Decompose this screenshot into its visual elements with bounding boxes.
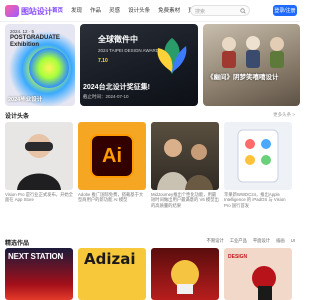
vr-headset-person-icon <box>17 134 61 190</box>
search-placeholder: 搜索 <box>195 9 206 15</box>
works-filter-bar: 不限设计 工业产品 平面设计 插画 UI <box>207 238 295 244</box>
nav-item-inspiration[interactable]: 灵感 <box>109 6 120 14</box>
banner-date: 7.10 <box>98 58 108 64</box>
leaf-art-icon <box>157 38 187 74</box>
filter-ui[interactable]: UI <box>291 238 295 244</box>
logo-mark-icon <box>5 5 19 17</box>
headline-card[interactable]: MidJourney推出个性化功能，用最短时间做出用户最满意的 V6 模型出的高… <box>151 122 219 208</box>
banner-art-blob <box>29 48 69 88</box>
work-title: Adizai <box>84 250 136 268</box>
filter-graphic[interactable]: 平面设计 <box>253 238 270 244</box>
headline-thumbnail: Ai <box>78 122 146 190</box>
banner-card-graduation[interactable]: 2024. 12 · 5 POSTGRADUATE Exhibition 202… <box>5 24 75 106</box>
banner-heading: POSTGRADUATE Exhibition <box>10 35 60 48</box>
work-card[interactable]: NEXT STATION <box>5 248 73 300</box>
headline-cards: Vision Pro 是行业正式发布，开始全面在 App Store Ai Ad… <box>0 122 300 208</box>
nav-item-free-assets[interactable]: 免费素材 <box>158 6 180 14</box>
artwork-icon <box>171 260 199 294</box>
headline-thumbnail <box>5 122 73 190</box>
section-title-headlines: 设计头条 <box>5 114 30 120</box>
portrait-photo-icon <box>157 139 213 190</box>
banner-title: 2024台北设计奖征集! <box>83 84 150 91</box>
nav-item-home[interactable]: 首页 <box>52 6 63 14</box>
headline-thumbnail <box>151 122 219 190</box>
top-nav-bar: 图站设计 首页 发现 作品 灵感 设计头条 免费素材 更多 搜索 登录/注册 <box>0 0 300 22</box>
main-nav: 首页 发现 作品 灵感 设计头条 免费素材 更多 <box>52 6 199 14</box>
search-icon[interactable] <box>240 8 246 14</box>
banner-deadline: 截止时间：2024-07-10 <box>83 94 129 99</box>
nav-item-works[interactable]: 作品 <box>90 6 101 14</box>
filter-all[interactable]: 不限设计 <box>207 238 224 244</box>
banner-heading: 全球徵件中 <box>98 35 138 44</box>
banner-title: 《幽间》阴梦笑嘻嘻设计 <box>207 74 279 81</box>
work-title: NEXT STATION <box>8 252 64 261</box>
headline-thumbnail <box>224 122 292 190</box>
logo-text: 图站设计 <box>21 6 53 16</box>
headline-text: Adobe 推广国际免费，搭载基于大型商用户的新功能 AI 模型 <box>78 192 144 203</box>
figures-illustration-icon <box>222 36 284 68</box>
page: 图站设计 首页 发现 作品 灵感 设计头条 免费素材 更多 搜索 登录/注册 2… <box>0 0 300 300</box>
section-title-works: 精选作品 <box>5 241 30 247</box>
nav-item-discover[interactable]: 发现 <box>71 6 82 14</box>
work-card[interactable] <box>151 248 219 300</box>
headline-text: 苹果新WWDC24，推出Apple Intelligence 的 iPadOS … <box>224 192 286 208</box>
headline-text: MidJourney推出个性化功能，用最短时间做出用户最满意的 V6 模型出的高… <box>151 192 219 208</box>
headline-card[interactable]: Vision Pro 是行业正式发布，开始全面在 App Store <box>5 122 73 203</box>
work-card[interactable]: DESIGN <box>224 248 292 300</box>
search-input[interactable]: 搜索 <box>190 5 250 16</box>
work-title: DESIGN <box>228 254 248 260</box>
headline-card[interactable]: 苹果新WWDC24，推出Apple Intelligence 的 iPadOS … <box>224 122 292 208</box>
site-logo[interactable]: 图站设计 <box>5 4 52 18</box>
banner-caption: 2024毕业设计 <box>8 97 43 103</box>
filter-industrial[interactable]: 工业产品 <box>230 238 247 244</box>
login-button[interactable]: 登录/注册 <box>273 5 297 16</box>
banner-carousel: 2024. 12 · 5 POSTGRADUATE Exhibition 202… <box>0 24 300 106</box>
works-grid: NEXT STATION Adizai DESIGN <box>0 248 300 300</box>
ipad-app-icon <box>237 129 279 183</box>
adobe-illustrator-icon: Ai <box>90 134 134 178</box>
nav-item-headlines[interactable]: 设计头条 <box>128 6 150 14</box>
banner-date-text: 2024. 12 · 5 <box>10 29 35 34</box>
work-card[interactable]: Adizai <box>78 248 146 300</box>
banner-card-youjian[interactable]: 《幽间》阴梦笑嘻嘻设计 <box>203 24 300 106</box>
filter-illustration[interactable]: 插画 <box>276 238 285 244</box>
banner-card-taipei-award[interactable]: 全球徵件中 2024 TAIPEI DESIGN AWARD 7.10 2024… <box>80 24 198 106</box>
headline-card[interactable]: Ai Adobe 推广国际免费，搭载基于大型商用户的新功能 AI 模型 <box>78 122 146 203</box>
headline-text: Vision Pro 是行业正式发布，开始全面在 App Store <box>5 192 73 203</box>
more-headlines-link[interactable]: 更多头条 > <box>273 112 295 118</box>
